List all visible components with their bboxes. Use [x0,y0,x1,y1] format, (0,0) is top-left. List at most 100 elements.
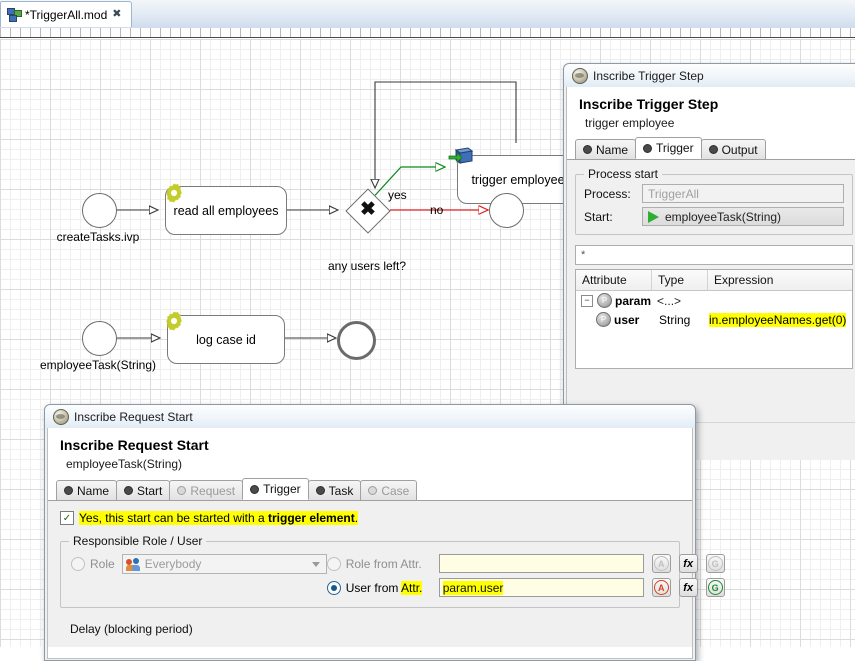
process-label: Process: [584,186,631,201]
column-type[interactable]: Type [652,270,708,290]
fx-icon: fx [683,581,694,594]
tab-status-dot [124,486,134,495]
editor-tab-triggerall[interactable]: *TriggerAll.mod ✖ [0,1,132,27]
param-icon: P [597,293,612,308]
role-from-attr-row[interactable]: Role from Attr. A fx G [326,554,725,573]
trigger-box-icon [448,147,474,164]
user-from-attr-label-part2: Attr. [401,580,423,595]
tab-status-dot [64,486,73,495]
attribute-table[interactable]: Attribute Type Expression − P param <...… [575,269,853,369]
request-trigger-panel: ✓ Yes, this start can be started with a … [48,501,725,647]
tab-task-label: Task [328,483,354,498]
role-from-attr-radio[interactable] [326,556,341,571]
start-event-employeetask-label: employeeTask(String) [39,358,157,372]
activity-log-case-id-label: log case id [196,332,256,347]
tab-trigger[interactable]: Trigger [635,137,702,159]
row-type: <...> [657,293,682,308]
expand-collapse-icon[interactable]: − [581,294,593,307]
role-row[interactable]: Role Everybody [71,554,327,574]
row-expression: in.employeeNames.get(0) [709,312,847,327]
attribute-icon: A [653,580,669,595]
role-from-attr-input[interactable] [438,554,644,573]
user-from-attr-radio[interactable] [326,580,341,595]
trigger-dialog-titlebar[interactable]: Inscribe Trigger Step [564,64,855,87]
start-event-createtasks[interactable] [82,193,117,228]
tab-start[interactable]: Start [116,480,171,500]
start-label: Start: [584,209,613,224]
trigger-enable-checkbox[interactable]: ✓ [60,511,74,525]
role-radio[interactable] [71,557,85,571]
tab-status-dot [643,143,653,153]
end-event-2[interactable] [337,321,376,360]
role-label: Role [90,557,115,571]
start-event-employeetask[interactable] [82,321,117,356]
start-input[interactable]: employeeTask(String) [642,207,844,226]
column-attribute[interactable]: Attribute [576,270,652,290]
tab-trigger[interactable]: Trigger [242,478,309,500]
close-tab-icon[interactable]: ✖ [112,9,121,20]
tab-task[interactable]: Task [307,480,362,500]
tab-name-label: Name [77,483,110,498]
request-dialog-titlebar[interactable]: Inscribe Request Start [45,405,695,428]
process-start-group-title: Process start [584,167,663,181]
attribute-filter-input[interactable]: * [575,245,853,265]
refresh-button[interactable]: G [705,578,725,597]
delay-group-title: Delay (blocking period) [70,622,193,636]
request-dialog-heading: Inscribe Request Start [60,437,209,453]
app-globe-icon [53,408,69,425]
formula-button[interactable]: fx [678,578,698,597]
tab-output-label: Output [721,142,758,157]
request-dialog-title: Inscribe Request Start [74,409,193,424]
tab-output[interactable]: Output [700,139,766,159]
tab-status-dot [250,484,260,494]
trigger-dialog-tabs: Name Trigger Output [567,137,855,160]
tab-name[interactable]: Name [56,480,118,500]
user-from-attr-input[interactable]: param.user [438,578,644,597]
table-row[interactable]: P user String in.employeeNames.get(0) [576,310,852,329]
column-expression[interactable]: Expression [708,270,852,290]
tab-request[interactable]: Request [169,480,244,500]
trigger-dialog-heading: Inscribe Trigger Step [579,96,719,112]
activity-trigger-employee-label: trigger employee [471,172,565,187]
chevron-down-icon[interactable] [311,561,320,567]
inscribe-trigger-step-dialog[interactable]: Inscribe Trigger Step Inscribe Trigger S… [563,63,855,460]
user-from-attr-label: User from Attr. [346,580,434,595]
formula-button[interactable]: fx [678,554,698,573]
role-combo-value: Everybody [144,557,202,571]
refresh-icon: G [707,556,723,571]
tab-status-dot [315,486,325,495]
inscribe-request-start-dialog[interactable]: Inscribe Request Start Inscribe Request … [44,404,725,661]
role-from-attr-label: Role from Attr. [345,556,422,571]
tab-request-label: Request [190,483,236,498]
responsible-group-title: Responsible Role / User [69,534,207,548]
user-from-attr-value: param.user [442,580,504,595]
tab-case[interactable]: Case [360,480,418,500]
table-row[interactable]: − P param <...> [576,291,852,310]
delay-group: Delay (blocking period) [60,622,680,636]
end-event-1[interactable] [489,193,524,228]
gear-icon [166,183,182,203]
row-attribute: param [615,293,652,308]
tab-status-dot [368,486,378,495]
edge-label-no: no [430,203,444,217]
attribute-picker-button[interactable]: A [651,578,671,597]
user-from-attr-row[interactable]: User from Attr. param.user A fx G [326,578,725,597]
activity-read-all-employees-label: read all employees [173,203,279,218]
editor-tab-bar: *TriggerAll.mod ✖ [0,0,855,29]
trigger-enable-row[interactable]: ✓ Yes, this start can be started with a … [60,511,680,525]
attribute-picker-button[interactable]: A [651,554,671,573]
tab-name[interactable]: Name [575,139,637,159]
trigger-dialog-subheading: trigger employee [585,116,675,130]
start-field-row: Start: employeeTask(String) [584,207,844,226]
app-globe-icon [572,67,588,84]
start-event-createtasks-label: createTasks.ivp [56,230,140,244]
process-input[interactable]: TriggerAll [642,184,844,203]
everybody-icon [125,557,141,571]
request-dialog-subheading: employeeTask(String) [66,457,183,471]
role-combo[interactable]: Everybody [121,554,327,574]
refresh-button[interactable]: G [705,554,725,573]
tab-trigger-label: Trigger [656,141,694,155]
gear-icon-2 [166,311,182,331]
row-attribute: user [614,312,640,327]
gateway-x-icon: ✖ [360,199,376,220]
